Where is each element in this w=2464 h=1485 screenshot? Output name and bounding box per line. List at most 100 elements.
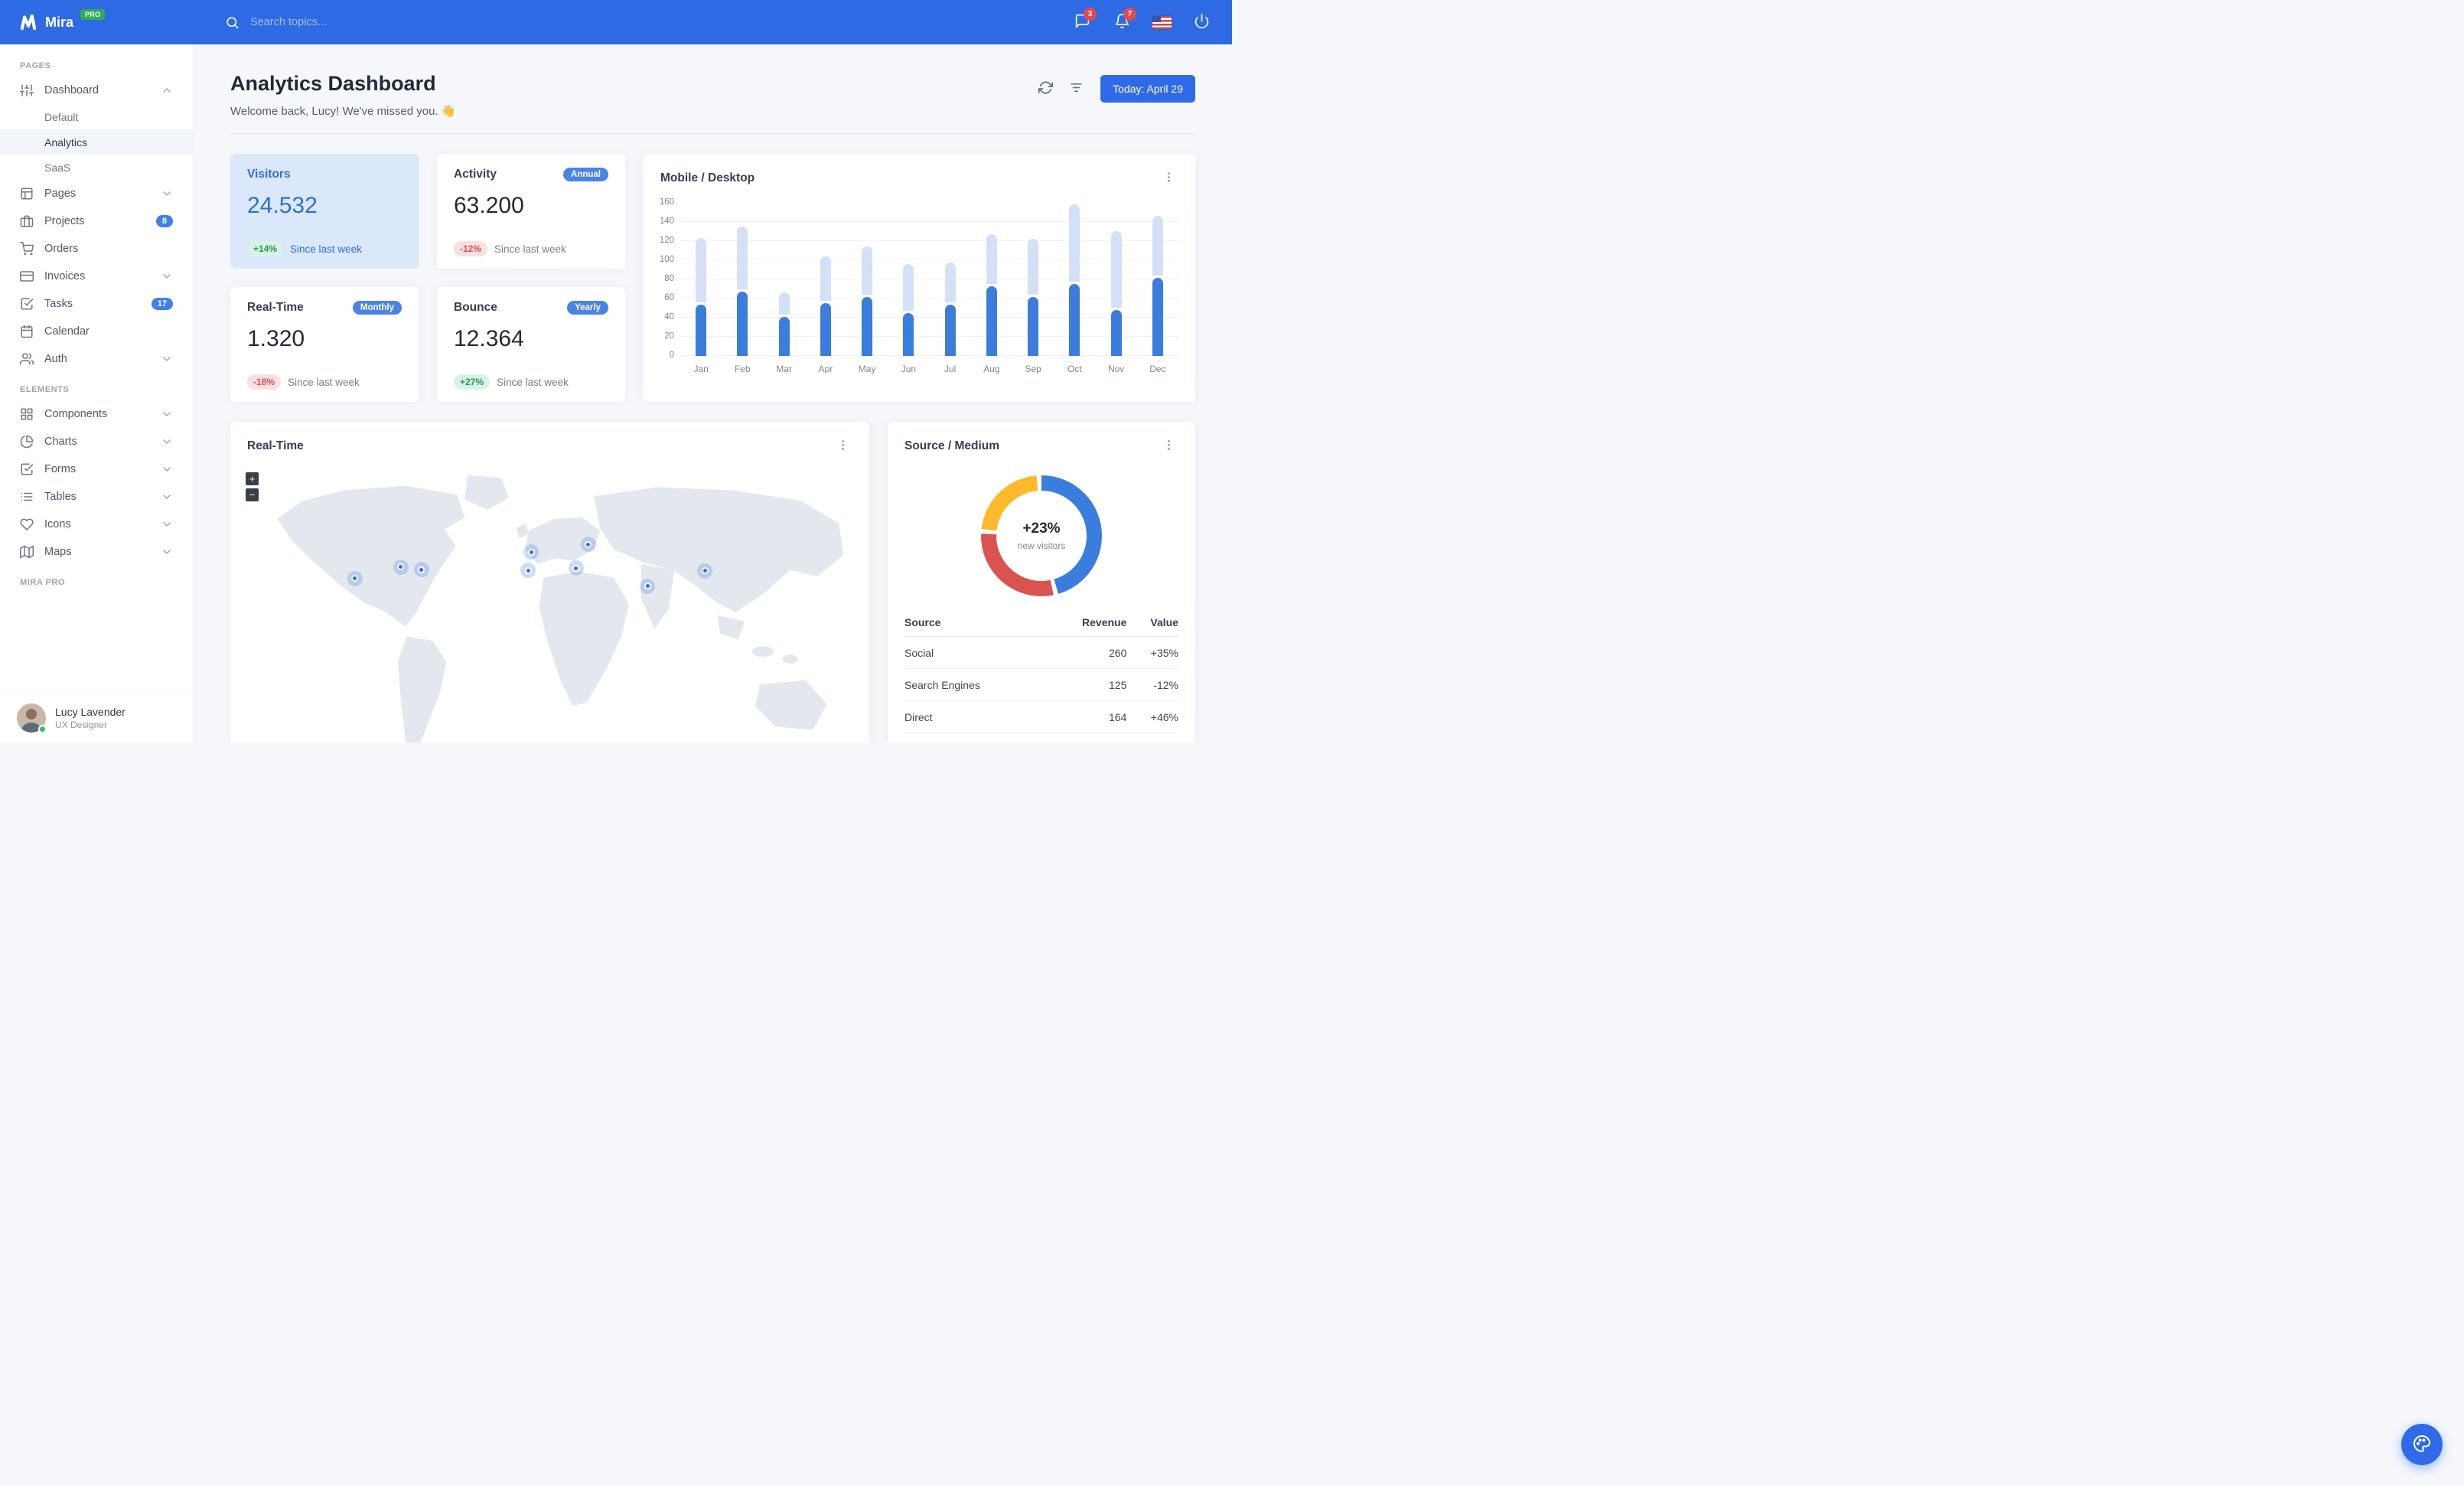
map-marker[interactable] [413, 562, 429, 578]
x-tick-label: May [858, 364, 876, 374]
sidebar-item-calendar[interactable]: Calendar [0, 318, 193, 345]
stat-delta-badge: +14% [247, 241, 284, 256]
y-tick-label: 20 [664, 331, 674, 341]
navbar-actions: 3 7 [1067, 7, 1217, 38]
world-map: + − [230, 465, 869, 742]
grid-icon [20, 407, 34, 421]
search-input[interactable] [249, 15, 425, 29]
sidebar-item-icons[interactable]: Icons [0, 511, 193, 538]
table-header-source: Source [904, 609, 1045, 637]
sidebar-item-pages[interactable]: Pages [0, 180, 193, 207]
card-menu-button[interactable] [833, 437, 852, 455]
source-medium-title: Source / Medium [904, 439, 1000, 452]
map-marker[interactable] [347, 570, 363, 586]
chevron-down-icon [161, 491, 173, 503]
y-tick-label: 60 [664, 292, 674, 302]
sidebar-item-forms[interactable]: Forms [0, 455, 193, 483]
stat-period-badge[interactable]: Yearly [567, 301, 608, 315]
mobile-bar-segment [986, 286, 997, 356]
chevron-down-icon [161, 518, 173, 530]
stat-card-bounce: Bounce Yearly 12.364 +27% Since last week [437, 287, 625, 402]
map-marker[interactable] [580, 537, 596, 553]
top-navbar: Mira PRO 3 7 [0, 0, 1232, 44]
sidebar-item-projects[interactable]: Projects 8 [0, 207, 193, 235]
map-marker[interactable] [520, 563, 536, 578]
sidebar-section-label: Pages [20, 61, 51, 70]
theme-settings-button[interactable] [2401, 1424, 2443, 1465]
sidebar-item-dashboard[interactable]: Dashboard [0, 77, 193, 104]
sidebar-item-label: Pages [44, 188, 77, 200]
sidebar-item-saas[interactable]: SaaS [0, 155, 193, 180]
card-menu-button[interactable] [1159, 169, 1178, 188]
desktop-bar-segment [903, 263, 914, 311]
sidebar-submenu: Default Analytics SaaS [0, 104, 193, 180]
bar-plot-area [680, 203, 1178, 356]
stat-value: 63.200 [454, 193, 524, 218]
sidebar-nav: Pages Dashboard Default Analytics SaaS Pages P… [0, 44, 193, 693]
sidebar-item-invoices[interactable]: Invoices [0, 263, 193, 290]
stat-title: Activity [454, 168, 497, 181]
notifications-button[interactable]: 7 [1107, 7, 1137, 38]
bar-column-mar [764, 203, 805, 356]
mobile-bar-segment [778, 316, 790, 356]
sidebar-user[interactable]: Lucy Lavender UX Designer [0, 693, 193, 742]
sidebar-item-components[interactable]: Components [0, 400, 193, 428]
pro-badge: PRO [80, 9, 106, 20]
cell-source: Search Engines [904, 668, 1045, 701]
brand-logo[interactable]: Mira PRO [18, 9, 200, 32]
language-button[interactable] [1146, 7, 1177, 38]
map-marker[interactable] [640, 578, 656, 594]
sidebar-item-label: Components [44, 408, 108, 420]
main-content: Analytics Dashboard Welcome back, Lucy! … [194, 44, 1232, 742]
desktop-bar-segment [862, 246, 873, 295]
table-header-revenue: Revenue [1044, 609, 1127, 637]
map-zoom-controls: + − [246, 472, 259, 501]
sidebar-item-tasks[interactable]: Tasks 17 [0, 290, 193, 318]
card-menu-button[interactable] [1159, 437, 1178, 455]
map-marker[interactable] [393, 559, 409, 575]
refresh-button[interactable] [1032, 75, 1059, 103]
stat-title: Bounce [454, 301, 497, 314]
map-marker[interactable] [568, 560, 584, 576]
shopping-cart-icon [20, 242, 34, 256]
stat-period-badge[interactable]: Monthly [352, 301, 402, 315]
date-button[interactable]: Today: April 29 [1100, 75, 1195, 103]
x-axis: Jan Feb Mar Apr May Jun Jul Aug Sep Oct Nov Dec [680, 364, 1178, 374]
y-tick-label: 100 [659, 254, 674, 264]
sign-out-button[interactable] [1186, 7, 1217, 38]
brand-name: Mira [45, 15, 74, 30]
header-actions: Today: April 29 [1032, 75, 1195, 103]
stat-caption: Since last week [290, 243, 362, 255]
online-status-dot [38, 725, 47, 733]
sidebar-item-orders[interactable]: Orders [0, 235, 193, 263]
sidebar-item-analytics[interactable]: Analytics [0, 129, 193, 155]
filter-button[interactable] [1062, 75, 1090, 103]
kebab-icon [1162, 439, 1175, 454]
sidebar-item-auth[interactable]: Auth [0, 345, 193, 373]
pie-chart-icon [20, 435, 34, 449]
sidebar-item-default[interactable]: Default [0, 104, 193, 129]
x-tick-label: Oct [1067, 364, 1082, 374]
zoom-out-button[interactable]: − [246, 488, 259, 501]
stat-value: 12.364 [454, 326, 524, 351]
stat-period-badge[interactable]: Annual [563, 168, 608, 181]
notifications-count-badge: 7 [1123, 8, 1136, 21]
y-tick-label: 120 [659, 235, 674, 245]
sidebar-item-label: Tables [44, 491, 77, 503]
desktop-bar-segment [778, 292, 790, 315]
messages-button[interactable]: 3 [1067, 7, 1097, 38]
credit-card-icon [20, 269, 34, 283]
sidebar-item-tables[interactable]: Tables [0, 483, 193, 511]
cell-value: +46% [1126, 700, 1178, 733]
cell-value: +35% [1126, 636, 1178, 669]
sidebar-item-maps[interactable]: Maps [0, 538, 193, 566]
mobile-bar-segment [820, 303, 831, 356]
realtime-map-card: Real-Time + − [230, 422, 869, 742]
layout-icon [20, 187, 34, 201]
user-role: UX Designer [55, 720, 108, 730]
sidebar-item-charts[interactable]: Charts [0, 428, 193, 455]
page-title: Analytics Dashboard [230, 72, 436, 95]
sidebar-item-label: Orders [44, 243, 79, 255]
zoom-in-button[interactable]: + [246, 472, 259, 485]
stat-card-activity: Activity Annual 63.200 -12% Since last week [437, 154, 625, 269]
